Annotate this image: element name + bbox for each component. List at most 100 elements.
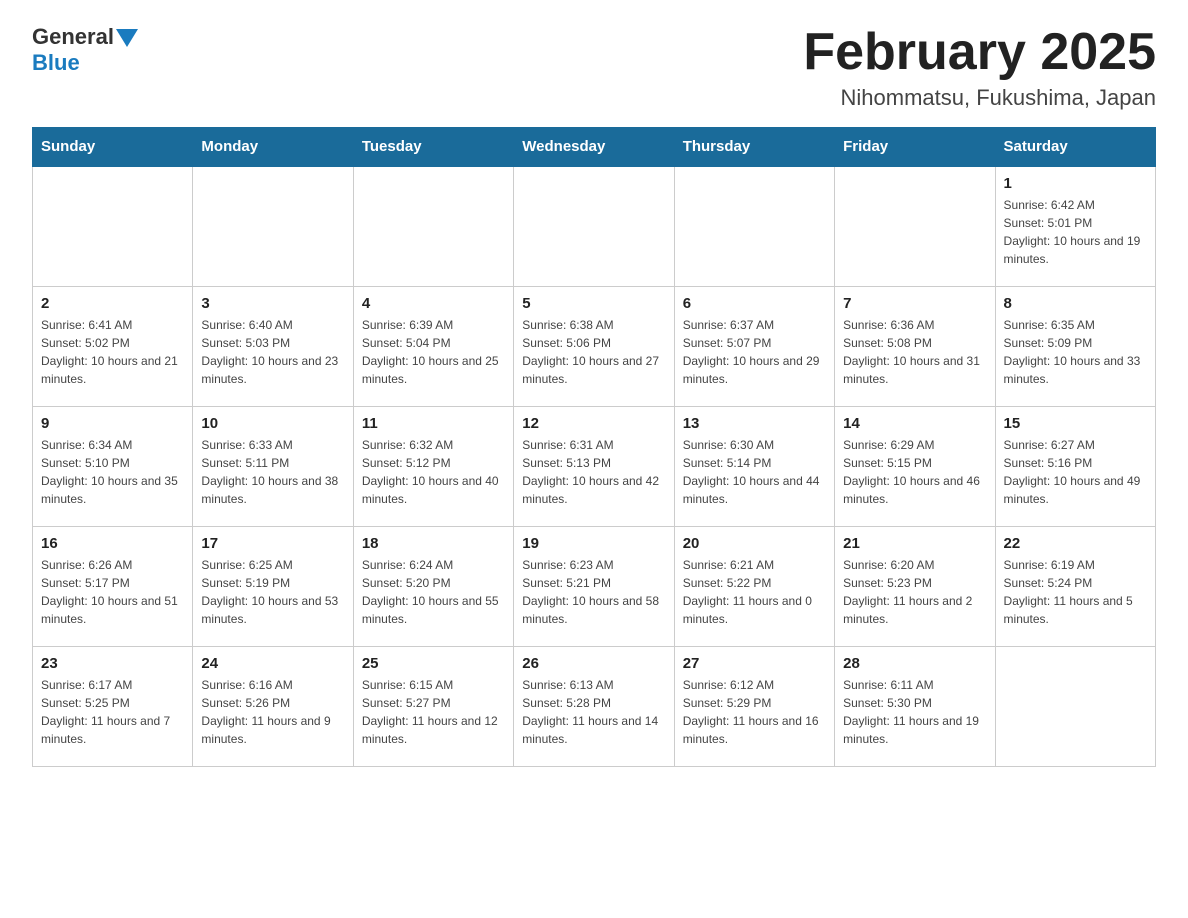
calendar-cell: 1 Sunrise: 6:42 AMSunset: 5:01 PMDaylight… — [995, 166, 1155, 286]
calendar-cell: 27 Sunrise: 6:12 AMSunset: 5:29 PMDayligh… — [674, 646, 834, 766]
day-info: Sunrise: 6:37 AMSunset: 5:07 PMDaylight:… — [683, 316, 826, 388]
day-info: Sunrise: 6:17 AMSunset: 5:25 PMDaylight:… — [41, 676, 184, 748]
calendar-cell: 8Sunrise: 6:35 AMSunset: 5:09 PMDaylight… — [995, 286, 1155, 406]
calendar-cell — [193, 166, 353, 286]
day-number: 19 — [522, 535, 665, 552]
calendar-cell — [33, 166, 193, 286]
day-info: Sunrise: 6:15 AMSunset: 5:27 PMDaylight:… — [362, 676, 505, 748]
day-info: Sunrise: 6:34 AMSunset: 5:10 PMDaylight:… — [41, 436, 184, 508]
day-info: Sunrise: 6:36 AMSunset: 5:08 PMDaylight:… — [843, 316, 986, 388]
calendar-cell — [835, 166, 995, 286]
calendar-cell: 3 Sunrise: 6:40 AMSunset: 5:03 PMDaylight… — [193, 286, 353, 406]
day-info: Sunrise: 6:29 AMSunset: 5:15 PMDaylight:… — [843, 436, 986, 508]
day-info: Sunrise: 6:11 AMSunset: 5:30 PMDaylight:… — [843, 676, 986, 748]
calendar-cell: 4 Sunrise: 6:39 AMSunset: 5:04 PMDaylight… — [353, 286, 513, 406]
calendar-cell: 5Sunrise: 6:38 AMSunset: 5:06 PMDaylight… — [514, 286, 674, 406]
day-number: 10 — [201, 415, 344, 432]
day-info: Sunrise: 6:31 AMSunset: 5:13 PMDaylight:… — [522, 436, 665, 508]
day-number: 22 — [1004, 535, 1147, 552]
day-info: Sunrise: 6:39 AMSunset: 5:04 PMDaylight:… — [362, 316, 505, 388]
day-info: Sunrise: 6:25 AMSunset: 5:19 PMDaylight:… — [201, 556, 344, 628]
day-number: 1 — [1004, 175, 1147, 192]
day-info: Sunrise: 6:21 AMSunset: 5:22 PMDaylight:… — [683, 556, 826, 628]
day-number: 14 — [843, 415, 986, 432]
day-number: 26 — [522, 655, 665, 672]
calendar-cell: 26Sunrise: 6:13 AMSunset: 5:28 PMDayligh… — [514, 646, 674, 766]
calendar-cell: 18Sunrise: 6:24 AMSunset: 5:20 PMDayligh… — [353, 526, 513, 646]
calendar-week-4: 16 Sunrise: 6:26 AMSunset: 5:17 PMDayligh… — [33, 526, 1156, 646]
day-number: 27 — [683, 655, 826, 672]
calendar-cell: 7Sunrise: 6:36 AMSunset: 5:08 PMDaylight… — [835, 286, 995, 406]
day-number: 16 — [41, 535, 184, 552]
col-header-thursday: Thursday — [674, 128, 834, 167]
day-number: 21 — [843, 535, 986, 552]
calendar-week-5: 23 Sunrise: 6:17 AMSunset: 5:25 PMDayligh… — [33, 646, 1156, 766]
day-info: Sunrise: 6:12 AMSunset: 5:29 PMDaylight:… — [683, 676, 826, 748]
page-header: General Blue February 2025 Nihommatsu, F… — [32, 24, 1156, 111]
day-info: Sunrise: 6:27 AMSunset: 5:16 PMDaylight:… — [1004, 436, 1147, 508]
calendar-cell: 10 Sunrise: 6:33 AMSunset: 5:11 PMDayligh… — [193, 406, 353, 526]
day-info: Sunrise: 6:26 AMSunset: 5:17 PMDaylight:… — [41, 556, 184, 628]
day-info: Sunrise: 6:33 AMSunset: 5:11 PMDaylight:… — [201, 436, 344, 508]
title-block: February 2025 Nihommatsu, Fukushima, Jap… — [803, 24, 1156, 111]
calendar-cell: 13 Sunrise: 6:30 AMSunset: 5:14 PMDayligh… — [674, 406, 834, 526]
logo-arrow-icon — [116, 29, 138, 47]
day-info: Sunrise: 6:40 AMSunset: 5:03 PMDaylight:… — [201, 316, 344, 388]
day-number: 15 — [1004, 415, 1147, 432]
day-number: 2 — [41, 295, 184, 312]
calendar-cell — [514, 166, 674, 286]
day-number: 20 — [683, 535, 826, 552]
day-number: 11 — [362, 415, 505, 432]
day-info: Sunrise: 6:24 AMSunset: 5:20 PMDaylight:… — [362, 556, 505, 628]
day-number: 3 — [201, 295, 344, 312]
col-header-sunday: Sunday — [33, 128, 193, 167]
day-info: Sunrise: 6:20 AMSunset: 5:23 PMDaylight:… — [843, 556, 986, 628]
calendar-cell — [674, 166, 834, 286]
calendar-cell: 14 Sunrise: 6:29 AMSunset: 5:15 PMDayligh… — [835, 406, 995, 526]
day-info: Sunrise: 6:30 AMSunset: 5:14 PMDaylight:… — [683, 436, 826, 508]
day-info: Sunrise: 6:38 AMSunset: 5:06 PMDaylight:… — [522, 316, 665, 388]
calendar-title: February 2025 — [803, 24, 1156, 81]
calendar-cell: 17 Sunrise: 6:25 AMSunset: 5:19 PMDayligh… — [193, 526, 353, 646]
col-header-monday: Monday — [193, 128, 353, 167]
day-info: Sunrise: 6:23 AMSunset: 5:21 PMDaylight:… — [522, 556, 665, 628]
day-info: Sunrise: 6:42 AMSunset: 5:01 PMDaylight:… — [1004, 196, 1147, 268]
day-number: 25 — [362, 655, 505, 672]
calendar-cell: 16 Sunrise: 6:26 AMSunset: 5:17 PMDayligh… — [33, 526, 193, 646]
day-number: 24 — [201, 655, 344, 672]
calendar-cell: 15 Sunrise: 6:27 AMSunset: 5:16 PMDayligh… — [995, 406, 1155, 526]
day-number: 6 — [683, 295, 826, 312]
calendar-cell: 20 Sunrise: 6:21 AMSunset: 5:22 PMDayligh… — [674, 526, 834, 646]
calendar-cell: 6 Sunrise: 6:37 AMSunset: 5:07 PMDaylight… — [674, 286, 834, 406]
day-info: Sunrise: 6:16 AMSunset: 5:26 PMDaylight:… — [201, 676, 344, 748]
day-number: 4 — [362, 295, 505, 312]
day-number: 9 — [41, 415, 184, 432]
calendar-cell: 23 Sunrise: 6:17 AMSunset: 5:25 PMDayligh… — [33, 646, 193, 766]
logo: General Blue — [32, 24, 138, 76]
day-number: 23 — [41, 655, 184, 672]
calendar-cell — [353, 166, 513, 286]
calendar-cell: 22 Sunrise: 6:19 AMSunset: 5:24 PMDayligh… — [995, 526, 1155, 646]
calendar-cell: 24 Sunrise: 6:16 AMSunset: 5:26 PMDayligh… — [193, 646, 353, 766]
day-info: Sunrise: 6:19 AMSunset: 5:24 PMDaylight:… — [1004, 556, 1147, 628]
day-number: 13 — [683, 415, 826, 432]
calendar-cell: 19 Sunrise: 6:23 AMSunset: 5:21 PMDayligh… — [514, 526, 674, 646]
col-header-friday: Friday — [835, 128, 995, 167]
calendar-cell: 28Sunrise: 6:11 AMSunset: 5:30 PMDayligh… — [835, 646, 995, 766]
calendar-cell: 9 Sunrise: 6:34 AMSunset: 5:10 PMDaylight… — [33, 406, 193, 526]
calendar-table: SundayMondayTuesdayWednesdayThursdayFrid… — [32, 127, 1156, 767]
calendar-cell — [995, 646, 1155, 766]
day-number: 17 — [201, 535, 344, 552]
calendar-week-1: 1 Sunrise: 6:42 AMSunset: 5:01 PMDaylight… — [33, 166, 1156, 286]
day-number: 8 — [1004, 295, 1147, 312]
calendar-subtitle: Nihommatsu, Fukushima, Japan — [803, 85, 1156, 111]
col-header-tuesday: Tuesday — [353, 128, 513, 167]
calendar-week-3: 9 Sunrise: 6:34 AMSunset: 5:10 PMDaylight… — [33, 406, 1156, 526]
calendar-cell: 11 Sunrise: 6:32 AMSunset: 5:12 PMDayligh… — [353, 406, 513, 526]
col-header-saturday: Saturday — [995, 128, 1155, 167]
calendar-cell: 21 Sunrise: 6:20 AMSunset: 5:23 PMDayligh… — [835, 526, 995, 646]
day-info: Sunrise: 6:32 AMSunset: 5:12 PMDaylight:… — [362, 436, 505, 508]
calendar-cell: 12 Sunrise: 6:31 AMSunset: 5:13 PMDayligh… — [514, 406, 674, 526]
day-number: 12 — [522, 415, 665, 432]
day-info: Sunrise: 6:41 AMSunset: 5:02 PMDaylight:… — [41, 316, 184, 388]
